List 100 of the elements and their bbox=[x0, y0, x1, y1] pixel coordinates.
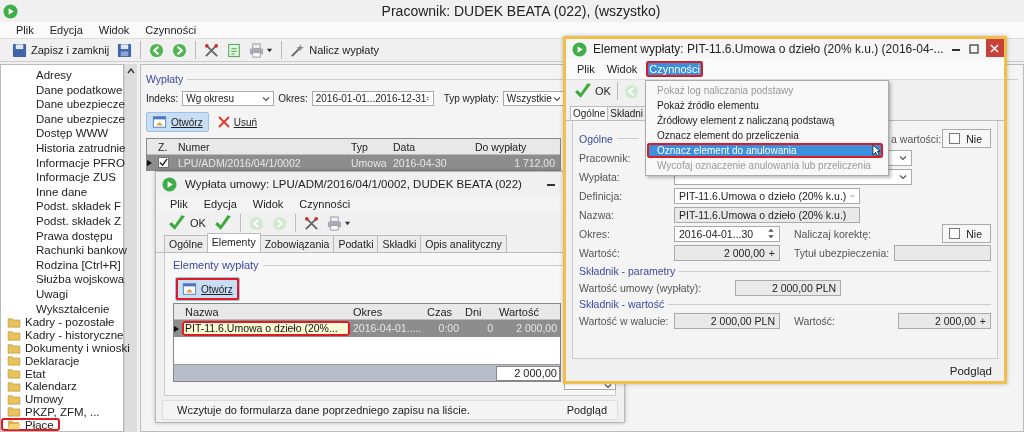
column-header: Czas bbox=[426, 305, 454, 318]
menu-item[interactable]: Edycja bbox=[47, 23, 85, 37]
tree-item[interactable]: Umowy bbox=[1, 392, 70, 406]
menu-item[interactable]: Czynności bbox=[143, 23, 199, 37]
ok-button[interactable]: OK bbox=[168, 214, 206, 232]
total-cell: 2 000,00 bbox=[496, 365, 560, 381]
menu-item[interactable]: Plik bbox=[14, 23, 36, 37]
status-text: Wczytuje do formularza dane poprzedniego zapisu na liście. bbox=[177, 404, 470, 416]
value-field[interactable]: 2 000,00 + bbox=[898, 312, 991, 329]
menu-item[interactable]: Edycja bbox=[201, 197, 239, 211]
tree-item[interactable]: Uwagi bbox=[1, 286, 123, 302]
tree-item[interactable]: Inne dane bbox=[1, 184, 123, 200]
type-dropdown[interactable]: Wszystkie bbox=[502, 91, 565, 106]
field-label: Naliczaj korektę: bbox=[794, 227, 872, 240]
tab[interactable]: Opis analityczny bbox=[420, 235, 507, 252]
field-label: Nazwa: bbox=[579, 208, 615, 221]
field-label: Wartość: bbox=[579, 246, 622, 259]
checkbox[interactable]: Nie bbox=[942, 129, 991, 148]
tree-item[interactable]: Kadry - historyczne bbox=[1, 328, 130, 342]
period-field[interactable]: 2016-04-01...30 bbox=[674, 225, 780, 242]
column-header: Numer bbox=[177, 140, 211, 153]
field-label: Tytuł ubezpieczenia: bbox=[794, 246, 890, 259]
tree-item[interactable]: Prawa dostępu bbox=[1, 228, 123, 244]
definition-dropdown[interactable]: PIT-11.6.Umowa o dzieło (20% k.u.) bbox=[674, 187, 860, 204]
tree-item[interactable]: Dane ubezpiecze bbox=[1, 97, 123, 112]
tree-item[interactable]: Podst. składek F bbox=[1, 199, 123, 214]
table-cell-text: 0:00 bbox=[437, 321, 460, 336]
save-close-button[interactable]: Zapisz i zamknij bbox=[12, 42, 110, 58]
field-label: Okres: bbox=[579, 227, 611, 240]
open-button[interactable]: Otwórz bbox=[175, 277, 240, 301]
tree-item[interactable]: Dane podatkowe bbox=[1, 82, 123, 98]
open-button[interactable]: Otwórz bbox=[146, 112, 209, 132]
tree-item[interactable]: Dane ubezpiecze bbox=[1, 111, 123, 127]
tree-item[interactable]: Informacje PFRO bbox=[1, 155, 123, 171]
column-header: Okres bbox=[352, 305, 384, 318]
menu-item[interactable]: Oznacz element do przeliczenia bbox=[647, 128, 883, 143]
index-dropdown[interactable]: Wg okresu bbox=[182, 91, 275, 106]
table-cell-text: 2 000,00 bbox=[515, 321, 558, 336]
tree-item[interactable]: PKZP, ZFM, ... bbox=[1, 405, 106, 419]
tree-item[interactable]: Rodzina [Ctrl+R] bbox=[1, 257, 123, 273]
plus-button[interactable]: + bbox=[768, 246, 775, 259]
tab[interactable]: Zobowiązania bbox=[259, 235, 335, 252]
tree-item[interactable]: Wykształcenie bbox=[1, 301, 123, 317]
tree-item[interactable]: Adresy bbox=[1, 68, 123, 83]
field-label: Typ wypłaty: bbox=[443, 93, 499, 104]
menu-item[interactable]: Plik bbox=[574, 61, 598, 77]
window-title: Wypłata umowy: LPU/ADM/2016/04/1/0002, DUDEK BEATA (022) bbox=[185, 178, 523, 190]
tree-item[interactable]: Informacje ZUS bbox=[1, 170, 123, 185]
tree-item[interactable]: Dostęp WWW bbox=[1, 126, 123, 141]
tab[interactable]: Podatki bbox=[333, 235, 379, 252]
name-field[interactable]: PIT-11.6.Umowa o dzieło (20% k.u.) bbox=[674, 206, 860, 223]
menu-item[interactable]: Widok bbox=[603, 61, 641, 77]
tab[interactable]: Ogólne bbox=[164, 235, 208, 252]
menu-item[interactable]: Pokaż źródło elementu bbox=[647, 98, 883, 113]
menu-item[interactable]: Plik bbox=[168, 197, 190, 211]
ok-button[interactable]: OK bbox=[574, 82, 611, 100]
tree-item[interactable]: Kalendarz bbox=[1, 379, 83, 393]
checkbox[interactable]: Nie bbox=[942, 224, 991, 243]
currency-value-field[interactable]: 2 000,00 PLN bbox=[674, 312, 780, 329]
field-label: Wartość umowy (wypłaty): bbox=[579, 281, 702, 294]
column-header: Data bbox=[392, 140, 417, 153]
table-row[interactable]: PIT-11.6.Umowa o dzieło (20%... 2016-04-01..... 0:00 0 2 000,00 bbox=[174, 320, 560, 337]
tree-item[interactable]: Dokumenty i wnioski bbox=[1, 341, 136, 355]
field-label: Definicja: bbox=[579, 189, 624, 202]
tree-item[interactable]: Deklaracje bbox=[1, 354, 86, 368]
group-title: Ogólne bbox=[579, 132, 613, 145]
table-cell-text: 1 712,00 bbox=[513, 156, 556, 169]
tree-item[interactable]: Etat bbox=[1, 367, 52, 380]
tab[interactable]: Elementy bbox=[206, 233, 261, 252]
tree-item[interactable]: Podst. składek Z bbox=[1, 213, 123, 229]
plus-button[interactable]: + bbox=[979, 314, 986, 327]
group-title: Składnik - wartość bbox=[579, 298, 665, 310]
group-title: Wypłaty bbox=[146, 73, 184, 85]
contract-value-field[interactable]: 2 000,00 PLN bbox=[735, 279, 842, 296]
tree-item[interactable]: Płace bbox=[1, 418, 60, 431]
group-title: Elementy wypłaty bbox=[173, 259, 259, 271]
group-title: Składnik - parametry bbox=[579, 265, 676, 277]
column-header: Z. bbox=[157, 140, 169, 153]
tab[interactable]: Składni bbox=[607, 106, 647, 120]
menu-item[interactable]: Widok bbox=[96, 23, 132, 37]
field-label: Indeks: bbox=[146, 93, 179, 104]
table-cell-text: Umowa bbox=[350, 156, 388, 169]
delete-button[interactable]: Usuń bbox=[212, 114, 263, 130]
menu-item[interactable]: Czynności bbox=[297, 197, 353, 211]
period-field[interactable]: 2016-01-01...2016-12-31 bbox=[311, 91, 434, 106]
table-cell: PIT-11.6.Umowa o dzieło (20%... bbox=[182, 321, 350, 336]
tree-item[interactable]: Historia zatrudnie bbox=[1, 140, 123, 156]
window-title: Pracownik: DUDEK BEATA (022), (wszystko) bbox=[380, 3, 662, 19]
tab[interactable]: Ogólne bbox=[570, 106, 609, 120]
tab[interactable]: Składki bbox=[377, 235, 422, 252]
table-cell-text: 2016-04-30 bbox=[392, 156, 448, 169]
value-field[interactable]: 2 000,00 + bbox=[674, 244, 780, 261]
calculate-button[interactable]: Nalicz wypłaty bbox=[290, 42, 379, 58]
menu-item[interactable]: Źródłowy element z naliczaną podstawą bbox=[647, 113, 883, 128]
tree-item[interactable]: Służba wojskowa bbox=[1, 272, 123, 287]
field-label: Wypłata: bbox=[579, 170, 621, 183]
tree-item[interactable]: Kadry - pozostałe bbox=[1, 316, 121, 329]
column-header: Typ bbox=[350, 140, 369, 153]
menu-item[interactable]: Widok bbox=[250, 197, 286, 211]
status-label: Podgląd bbox=[566, 404, 607, 416]
